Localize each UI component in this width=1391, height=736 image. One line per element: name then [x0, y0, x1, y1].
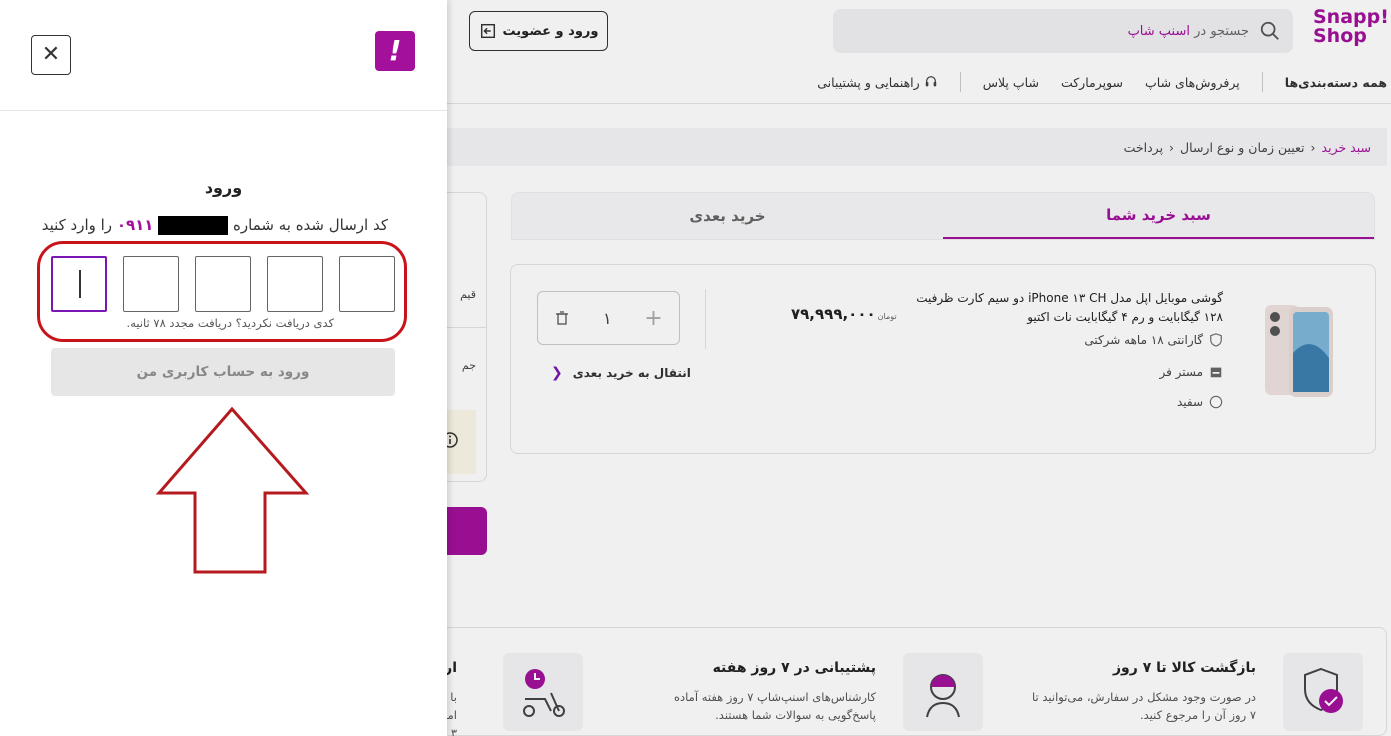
drawer-header: ! ✕ — [0, 0, 447, 111]
up-arrow-annotation — [155, 406, 310, 574]
modal-backdrop[interactable] — [447, 0, 1391, 736]
resend-countdown: کدی دریافت نکردید؟ دریافت مجدد ۷۸ ثانیه. — [126, 316, 334, 330]
login-drawer: ! ✕ ورود کد ارسال شده به شماره ۰۹۱۱ را و… — [0, 0, 447, 736]
close-icon: ✕ — [41, 42, 61, 67]
snapp-logo-icon: ! — [375, 31, 415, 71]
phone-prefix: ۰۹۱۱ — [116, 216, 154, 234]
redacted-phone — [158, 216, 229, 235]
otp-prompt: کد ارسال شده به شماره ۰۹۱۱ را وارد کنید — [41, 216, 388, 235]
login-title: ورود — [204, 178, 243, 197]
close-button[interactable]: ✕ — [31, 35, 71, 75]
login-submit-button[interactable]: ورود به حساب کاربری من — [51, 348, 395, 396]
